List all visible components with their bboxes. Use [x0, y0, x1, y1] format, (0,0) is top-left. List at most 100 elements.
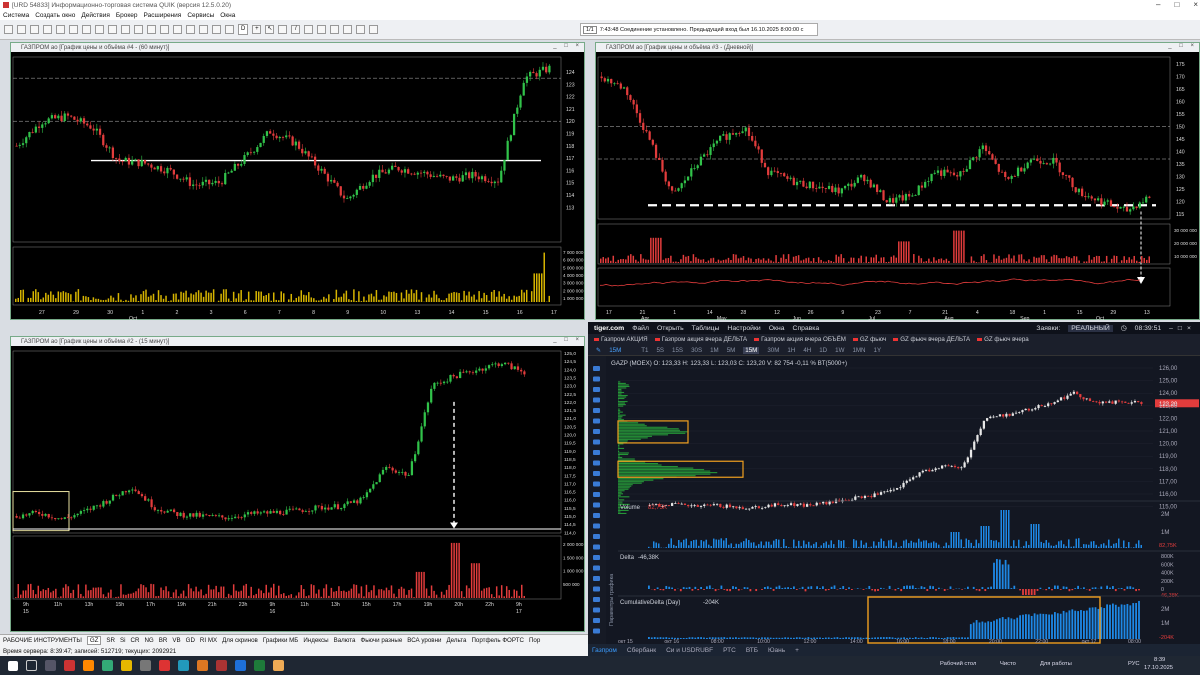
zoom-icon[interactable]: [278, 25, 288, 34]
cursor-icon[interactable]: ↖: [265, 25, 275, 34]
tab-gazprom-share[interactable]: Газпром АКЦИЯ: [594, 336, 648, 343]
interval-select[interactable]: D: [238, 24, 249, 35]
workspace-tab[interactable]: ВСА уровни: [407, 637, 441, 644]
menu-create-window[interactable]: Создать окно: [35, 12, 75, 19]
tab-gazprom-volume[interactable]: Газпром акция вчера ОБЪЁМ: [754, 336, 846, 343]
workspace-tab[interactable]: SR: [106, 637, 115, 644]
chart-60m[interactable]: 1241231221211201191181171161151141137 00…: [11, 52, 584, 320]
app-icon[interactable]: [273, 660, 284, 671]
close-icon[interactable]: ×: [1193, 0, 1198, 9]
telegram-icon[interactable]: [178, 660, 189, 671]
chart-window-15m[interactable]: ГАЗПРОМ ао [График цены и объёма #2 - (1…: [10, 336, 585, 632]
app-icon[interactable]: [102, 660, 113, 671]
search-icon[interactable]: [26, 660, 37, 671]
tf-1d[interactable]: 1D: [819, 347, 827, 354]
tiger-menu-windows[interactable]: Окна: [769, 325, 785, 332]
toolbar-button[interactable]: [30, 25, 39, 34]
quik-app-icon[interactable]: [64, 660, 75, 671]
workspace-tab[interactable]: Дельта: [446, 637, 466, 644]
toolbar-button[interactable]: [4, 25, 13, 34]
tiger-menu-tables[interactable]: Таблицы: [692, 325, 720, 332]
toolbar-button[interactable]: [121, 25, 130, 34]
instrument-tab-rts[interactable]: РТС: [723, 647, 736, 654]
tiger-window-controls[interactable]: –□×: [1169, 325, 1196, 332]
toolbar-button[interactable]: [43, 25, 52, 34]
toolbar-button[interactable]: [147, 25, 156, 34]
tf-t1[interactable]: T1: [641, 347, 648, 354]
instrument-tab-sberbank[interactable]: Сбербанк: [627, 647, 656, 654]
toolbar-button[interactable]: [225, 25, 234, 34]
tf-1h[interactable]: 1H: [787, 347, 795, 354]
windows-start-icon[interactable]: [8, 660, 18, 671]
app-icon[interactable]: [83, 660, 94, 671]
menu-actions[interactable]: Действия: [81, 12, 109, 19]
tab-gz-futures-delta[interactable]: GZ фьюч вчера ДЕЛЬТА: [893, 336, 970, 343]
toolbar-button[interactable]: [95, 25, 104, 34]
tiger-chart[interactable]: GAZP (MOEX) O: 123,33 H: 123,33 L: 123,0…: [588, 356, 1200, 644]
desktop-2[interactable]: Чисто: [1000, 661, 1016, 667]
minimize-icon[interactable]: –: [1156, 0, 1160, 9]
toolbar-button[interactable]: [17, 25, 26, 34]
account-mode-select[interactable]: РЕАЛЬНЫЙ: [1068, 324, 1113, 332]
task-view-icon[interactable]: [45, 660, 56, 671]
tf-30m[interactable]: 30M: [767, 347, 779, 354]
tf-15m[interactable]: 15M: [743, 346, 760, 354]
tiger-menu-help[interactable]: Справка: [793, 325, 820, 332]
workspace-tab[interactable]: BR: [159, 637, 168, 644]
instrument-tab-vtb[interactable]: ВТБ: [746, 647, 758, 654]
workspace-tab-active[interactable]: GZ: [86, 636, 102, 645]
tab-gazprom-delta[interactable]: Газпром акция вчера ДЕЛЬТА: [654, 336, 747, 343]
workspace-tab[interactable]: CR: [131, 637, 140, 644]
toolbar-button[interactable]: [304, 25, 314, 34]
tf-15s[interactable]: 15S: [672, 347, 683, 354]
workspace-tab[interactable]: Si: [120, 637, 126, 644]
instrument-tab-yuan[interactable]: Юань: [768, 647, 785, 654]
toolbar-button[interactable]: [56, 25, 65, 34]
tf-1y[interactable]: 1Y: [874, 347, 882, 354]
tf-1mn[interactable]: 1MN: [852, 347, 865, 354]
workspace-tab[interactable]: VB: [172, 637, 180, 644]
toolbar-button[interactable]: [369, 25, 379, 34]
toolbar-button[interactable]: [82, 25, 91, 34]
workspace-tab[interactable]: Пор: [529, 637, 540, 644]
menu-extensions[interactable]: Расширения: [144, 12, 182, 19]
toolbar-button[interactable]: [199, 25, 208, 34]
chart-window-daily[interactable]: ГАЗПРОМ ао [График цены и объёма #3 - (Д…: [595, 42, 1200, 320]
toolbar-button[interactable]: [69, 25, 78, 34]
tf-1m[interactable]: 1M: [710, 347, 719, 354]
excel-icon[interactable]: [254, 660, 265, 671]
tf-30s[interactable]: 30S: [691, 347, 702, 354]
app-icon[interactable]: [197, 660, 208, 671]
toolbar-button[interactable]: [356, 25, 366, 34]
workspace-tab[interactable]: РАБОЧИЕ ИНСТРУМЕНТЫ: [3, 637, 82, 644]
toolbar-button[interactable]: [330, 25, 340, 34]
workspace-tab[interactable]: Для скринов: [222, 637, 258, 644]
window-buttons[interactable]: _ □ ×: [553, 337, 582, 343]
message-counter[interactable]: 1/1: [583, 25, 597, 34]
folder-icon[interactable]: [121, 660, 132, 671]
tf-5s[interactable]: 5S: [656, 347, 664, 354]
chart-15m[interactable]: 125,0124,5124,0123,5123,0122,5122,0121,5…: [11, 346, 584, 632]
workspace-tab[interactable]: RI MX: [200, 637, 217, 644]
toolbar-button[interactable]: [186, 25, 195, 34]
workspace-tab[interactable]: Графики МБ: [263, 637, 299, 644]
menu-system[interactable]: Система: [3, 12, 29, 19]
app-icon[interactable]: [159, 660, 170, 671]
toolbar-button[interactable]: [108, 25, 117, 34]
interval-select[interactable]: 15M: [609, 347, 621, 354]
workspace-tab[interactable]: GD: [186, 637, 195, 644]
toolbar-button[interactable]: [173, 25, 182, 34]
add-tab-button[interactable]: +: [795, 647, 799, 654]
tab-gz-futures[interactable]: GZ фьюч: [852, 336, 886, 343]
toolbar-button[interactable]: [134, 25, 143, 34]
toolbar-button[interactable]: [343, 25, 353, 34]
window-buttons[interactable]: _ □ ×: [1168, 43, 1197, 49]
toolbar-button[interactable]: [212, 25, 221, 34]
instrument-tab-gazprom[interactable]: Газпром: [592, 647, 617, 654]
tiger-menu-file[interactable]: Файл: [632, 325, 649, 332]
tiger-menu-settings[interactable]: Настройки: [727, 325, 760, 332]
tf-5m[interactable]: 5M: [727, 347, 736, 354]
workspace-tab[interactable]: NG: [144, 637, 153, 644]
toolbar-button[interactable]: [160, 25, 169, 34]
workspace-tab[interactable]: Индексы: [303, 637, 328, 644]
